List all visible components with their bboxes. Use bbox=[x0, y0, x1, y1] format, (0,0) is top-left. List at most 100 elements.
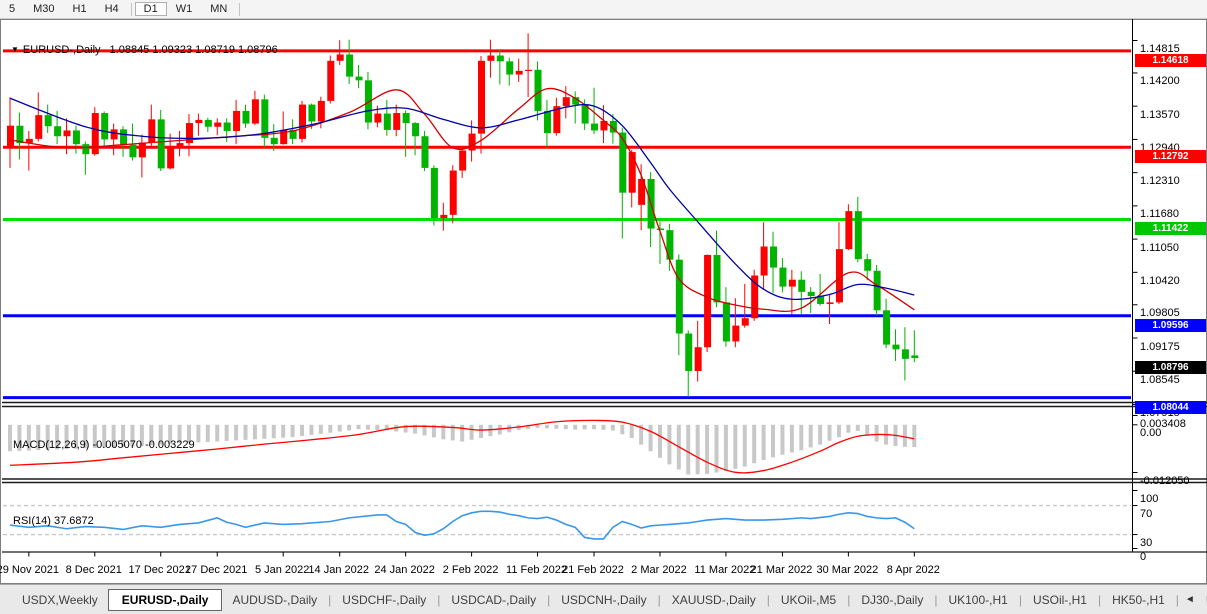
candle-body bbox=[638, 179, 645, 205]
candle-body bbox=[582, 105, 589, 124]
tab-usoil-h1[interactable]: USOil-,H1 bbox=[1023, 589, 1097, 611]
macd-histogram-bar bbox=[865, 425, 869, 436]
toolbar-separator bbox=[131, 3, 132, 16]
macd-histogram-bar bbox=[253, 425, 257, 440]
date-axis-label: 17 Dec 2021 bbox=[129, 564, 191, 576]
tab-scroll-left-button[interactable]: ◄ bbox=[1180, 592, 1200, 607]
candle-body bbox=[16, 126, 23, 143]
date-axis-label: 11 Mar 2022 bbox=[694, 564, 755, 576]
candle-body bbox=[883, 310, 890, 344]
candle-body bbox=[158, 119, 165, 168]
tab-usdx-weekly[interactable]: USDX,Weekly bbox=[12, 589, 108, 611]
macd-histogram-bar bbox=[441, 425, 445, 440]
timeframe-button-h4[interactable]: H4 bbox=[96, 2, 128, 16]
candle-body bbox=[827, 302, 834, 304]
macd-histogram-bar bbox=[536, 425, 540, 428]
candle-body bbox=[35, 115, 42, 139]
candle-body bbox=[7, 126, 14, 147]
date-axis-label: 21 Feb 2022 bbox=[562, 564, 624, 576]
timeframe-button-mn[interactable]: MN bbox=[201, 2, 236, 16]
tab-hk50-h1[interactable]: HK50-,H1 bbox=[1102, 589, 1175, 611]
candle-body bbox=[789, 280, 796, 287]
rsi-axis-label: 70 bbox=[1140, 508, 1152, 520]
tab-scroll-right-button[interactable]: ► bbox=[1200, 592, 1207, 607]
macd-histogram-bar bbox=[809, 425, 813, 448]
macd-histogram-bar bbox=[8, 425, 12, 451]
macd-axis-label: 0.00 bbox=[1140, 427, 1161, 439]
candle-body bbox=[243, 111, 250, 124]
candle-body bbox=[525, 70, 532, 71]
macd-histogram-bar bbox=[649, 425, 653, 451]
macd-histogram-bar bbox=[733, 425, 737, 469]
rsi-axis-label: 100 bbox=[1140, 493, 1158, 505]
date-axis-label: 24 Jan 2022 bbox=[374, 564, 435, 576]
macd-histogram-bar bbox=[517, 425, 521, 430]
macd-histogram-bar bbox=[385, 425, 389, 431]
macd-histogram-bar bbox=[799, 425, 803, 451]
candle-body bbox=[648, 179, 655, 229]
price-tick-label: 1.11050 bbox=[1140, 242, 1179, 254]
macd-histogram-bar bbox=[319, 425, 323, 434]
tab-ukoil-m5[interactable]: UKOil-,M5 bbox=[771, 589, 846, 611]
macd-histogram-bar bbox=[281, 425, 285, 438]
tab-eurusd-daily[interactable]: EURUSD-,Daily bbox=[108, 589, 223, 611]
candle-body bbox=[82, 144, 89, 154]
candle-body bbox=[817, 296, 824, 304]
candlestick-chart-canvas[interactable] bbox=[1, 1, 1207, 585]
panel-frame bbox=[2, 12, 1207, 557]
chart-dropdown-icon[interactable]: ▼ bbox=[11, 45, 19, 54]
candle-body bbox=[252, 99, 259, 123]
timeframe-button-5[interactable]: 5 bbox=[0, 2, 24, 16]
timeframe-button-m30[interactable]: M30 bbox=[24, 2, 63, 16]
macd-histogram-bar bbox=[244, 425, 248, 440]
main-price-panel bbox=[3, 33, 1133, 397]
timeframe-button-h1[interactable]: H1 bbox=[64, 2, 96, 16]
macd-histogram-bar bbox=[451, 425, 455, 441]
candle-body bbox=[487, 56, 494, 61]
candle-body bbox=[714, 255, 721, 302]
price-level-badge: 1.09596 bbox=[1135, 319, 1206, 332]
macd-histogram-bar bbox=[667, 425, 671, 465]
date-axis-label: 21 Mar 2022 bbox=[751, 564, 813, 576]
candle-body bbox=[290, 130, 297, 139]
tab-audusd-daily[interactable]: AUDUSD-,Daily bbox=[222, 589, 327, 611]
candle-body bbox=[732, 326, 739, 342]
candle-body bbox=[497, 56, 504, 62]
price-tick-label: 1.14200 bbox=[1140, 75, 1180, 87]
chart-title: ▼EURUSD-,Daily1.08845 1.09323 1.08719 1.… bbox=[11, 44, 278, 56]
timeframe-button-w1[interactable]: W1 bbox=[167, 2, 202, 16]
timeframe-toolbar: 5M30H1H4 D1W1MN bbox=[0, 0, 1207, 19]
candle-body bbox=[327, 61, 334, 101]
macd-histogram-bar bbox=[272, 425, 276, 438]
macd-histogram-bar bbox=[818, 425, 822, 445]
macd-histogram-bar bbox=[394, 425, 398, 432]
timeframe-button-d1[interactable]: D1 bbox=[135, 2, 167, 16]
tab-uk100-h1[interactable]: UK100-,H1 bbox=[938, 589, 1017, 611]
tab-usdcad-daily[interactable]: USDCAD-,Daily bbox=[441, 589, 546, 611]
macd-histogram-bar bbox=[375, 425, 379, 430]
date-axis-label: 27 Dec 2021 bbox=[185, 564, 247, 576]
candle-body bbox=[779, 268, 786, 287]
candle-body bbox=[421, 136, 428, 168]
candle-body bbox=[337, 54, 344, 60]
macd-histogram-bar bbox=[413, 425, 417, 434]
candle-body bbox=[864, 259, 871, 271]
macd-histogram-bar bbox=[828, 425, 832, 441]
tab-usdcnh-daily[interactable]: USDCNH-,Daily bbox=[551, 589, 656, 611]
tab-dj30-daily[interactable]: DJ30-,Daily bbox=[851, 589, 933, 611]
tab-xauusd-daily[interactable]: XAUUSD-,Daily bbox=[662, 589, 766, 611]
symbol-tab-bar: USDX,WeeklyEURUSD-,DailyAUDUSD-,Daily|US… bbox=[0, 584, 1207, 614]
candle-body bbox=[346, 54, 353, 76]
chart-window[interactable]: ▼EURUSD-,Daily1.08845 1.09323 1.08719 1.… bbox=[0, 19, 1207, 584]
candle-body bbox=[666, 230, 673, 260]
tab-usdchf-daily[interactable]: USDCHF-,Daily bbox=[332, 589, 436, 611]
candle-body bbox=[431, 168, 438, 218]
rsi-panel bbox=[3, 506, 1133, 539]
candle-body bbox=[572, 97, 579, 104]
macd-histogram-bar bbox=[206, 425, 210, 442]
candle-body bbox=[129, 145, 136, 158]
macd-histogram-bar bbox=[291, 425, 295, 437]
macd-histogram-bar bbox=[460, 425, 464, 442]
macd-histogram-bar bbox=[630, 425, 634, 438]
macd-histogram-bar bbox=[884, 425, 888, 445]
